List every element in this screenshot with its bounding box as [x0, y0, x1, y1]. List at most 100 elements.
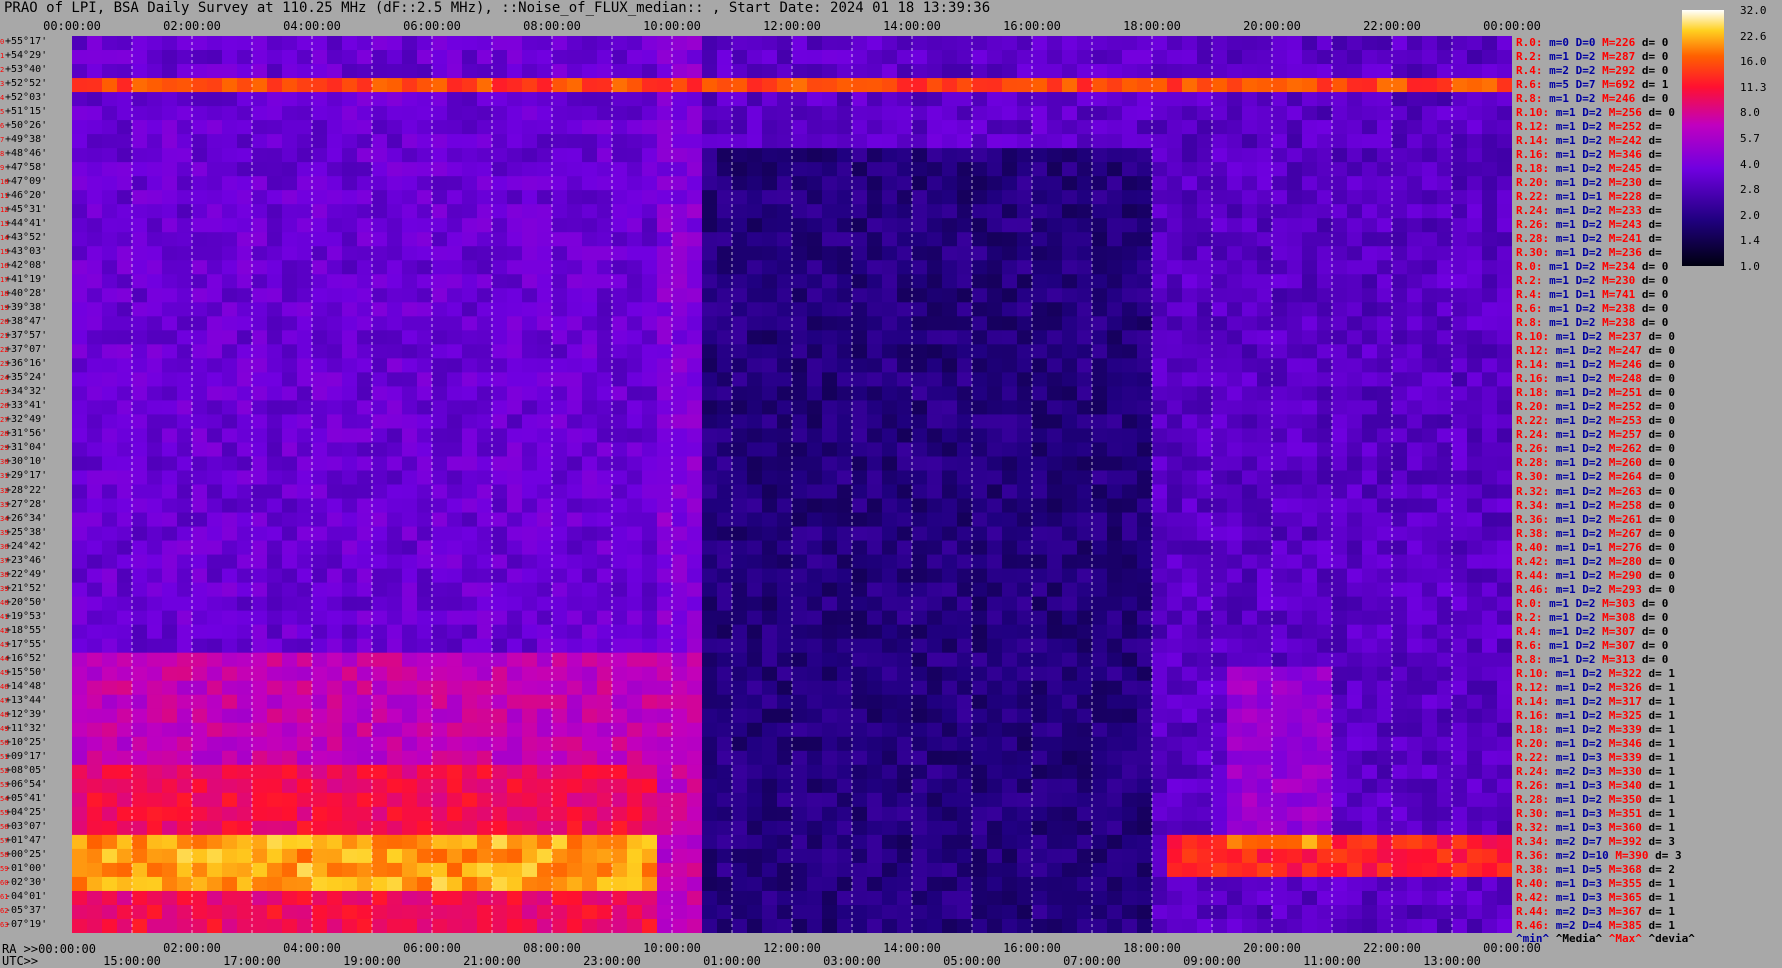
- heatmap-cell: [1482, 358, 1498, 373]
- heatmap-cell: [192, 498, 208, 514]
- heatmap-cell: [462, 134, 478, 149]
- heatmap-cell: [102, 414, 118, 429]
- heatmap-cell: [1482, 680, 1498, 696]
- heatmap-cell: [942, 190, 958, 205]
- heatmap-cell: [237, 652, 253, 668]
- heatmap-cell: [387, 50, 403, 65]
- heatmap-cell: [312, 638, 328, 654]
- heatmap-cell: [1257, 246, 1273, 261]
- heatmap-cell: [72, 330, 88, 345]
- heatmap-cell: [1167, 106, 1183, 121]
- heatmap-cell: [987, 190, 1003, 205]
- heatmap-cell: [222, 288, 238, 303]
- heatmap-cell: [432, 400, 448, 415]
- heatmap-cell: [192, 218, 208, 233]
- heatmap-cell: [462, 358, 478, 373]
- heatmap-cell: [777, 78, 793, 93]
- heatmap-cell: [1302, 470, 1318, 485]
- heatmap-cell: [882, 162, 898, 177]
- heatmap-cell: [897, 162, 913, 177]
- heatmap-cell: [1152, 400, 1168, 415]
- heatmap-cell: [792, 736, 808, 752]
- heatmap-cell: [342, 120, 358, 135]
- heatmap-cell: [162, 610, 178, 626]
- heatmap-cell: [267, 64, 283, 79]
- heatmap-cell: [1182, 358, 1198, 373]
- heatmap-cell: [687, 400, 703, 415]
- heatmap-cell: [1422, 204, 1438, 219]
- heatmap-cell: [852, 498, 868, 514]
- heatmap-cell: [627, 274, 643, 289]
- heatmap-cell: [852, 120, 868, 135]
- heatmap-cell: [912, 540, 928, 556]
- heatmap-cell: [627, 680, 643, 696]
- heatmap-cell: [852, 274, 868, 289]
- heatmap-cell: [1107, 344, 1123, 359]
- heatmap-cell: [1122, 358, 1138, 373]
- heatmap-cell: [1482, 344, 1498, 359]
- heatmap-cell: [507, 302, 523, 317]
- heatmap-cell: [852, 358, 868, 373]
- heatmap-cell: [267, 442, 283, 457]
- heatmap-cell: [72, 596, 88, 612]
- heatmap-cell: [567, 274, 583, 289]
- heatmap-cell: [327, 610, 343, 626]
- heatmap-cell: [237, 484, 253, 500]
- heatmap-cell: [147, 526, 163, 542]
- heatmap-cell: [942, 288, 958, 303]
- heatmap-cell: [117, 260, 133, 275]
- heatmap-cell: [1227, 162, 1243, 177]
- heatmap-cell: [1497, 358, 1512, 373]
- heatmap-cell: [897, 358, 913, 373]
- heatmap-cell: [297, 610, 313, 626]
- heatmap-cell: [792, 78, 808, 93]
- heatmap-cell: [1407, 288, 1423, 303]
- heatmap-cell: [132, 190, 148, 205]
- heatmap-cell: [912, 666, 928, 682]
- heatmap-cell: [597, 666, 613, 682]
- heatmap-cell: [807, 540, 823, 556]
- heatmap-cell: [927, 274, 943, 289]
- heatmap-cell: [417, 512, 433, 528]
- heatmap-cell: [552, 260, 568, 275]
- heatmap-cell: [147, 442, 163, 457]
- heatmap-cell: [432, 288, 448, 303]
- heatmap-cell: [1197, 246, 1213, 261]
- heatmap-cell: [1122, 526, 1138, 542]
- heatmap-cell: [507, 78, 523, 93]
- heatmap-cell: [897, 526, 913, 542]
- heatmap-cell: [492, 680, 508, 696]
- heatmap-cell: [762, 218, 778, 233]
- heatmap-cell: [717, 386, 733, 401]
- heatmap-cell: [747, 64, 763, 79]
- heatmap-cell: [402, 540, 418, 556]
- heatmap-cell: [1452, 218, 1468, 233]
- heatmap-cell: [447, 358, 463, 373]
- heatmap-cell: [1107, 120, 1123, 135]
- heatmap-cell: [972, 624, 988, 640]
- heatmap-cell: [237, 442, 253, 457]
- heatmap-cell: [642, 540, 658, 556]
- heatmap-cell: [732, 526, 748, 542]
- heatmap-cell: [1077, 470, 1093, 485]
- heatmap-cell: [1392, 680, 1408, 696]
- heatmap-cell: [387, 400, 403, 415]
- heatmap-cell: [612, 624, 628, 640]
- row-index-label: 28: [0, 430, 9, 439]
- heatmap-cell: [567, 64, 583, 79]
- heatmap-cell: [132, 148, 148, 163]
- heatmap-cell: [1197, 484, 1213, 500]
- heatmap-cell: [522, 358, 538, 373]
- heatmap-cell: [222, 638, 238, 654]
- heatmap-cell: [567, 442, 583, 457]
- heatmap-cell: [1002, 582, 1018, 598]
- heatmap-cell: [867, 190, 883, 205]
- heatmap-cell: [687, 218, 703, 233]
- heatmap-cell: [1257, 302, 1273, 317]
- heatmap-cell: [837, 50, 853, 65]
- heatmap-cell: [462, 722, 478, 738]
- heatmap-cell: [1272, 204, 1288, 219]
- heatmap-cell: [837, 512, 853, 528]
- heatmap-cell: [627, 260, 643, 275]
- heatmap-cell: [222, 526, 238, 542]
